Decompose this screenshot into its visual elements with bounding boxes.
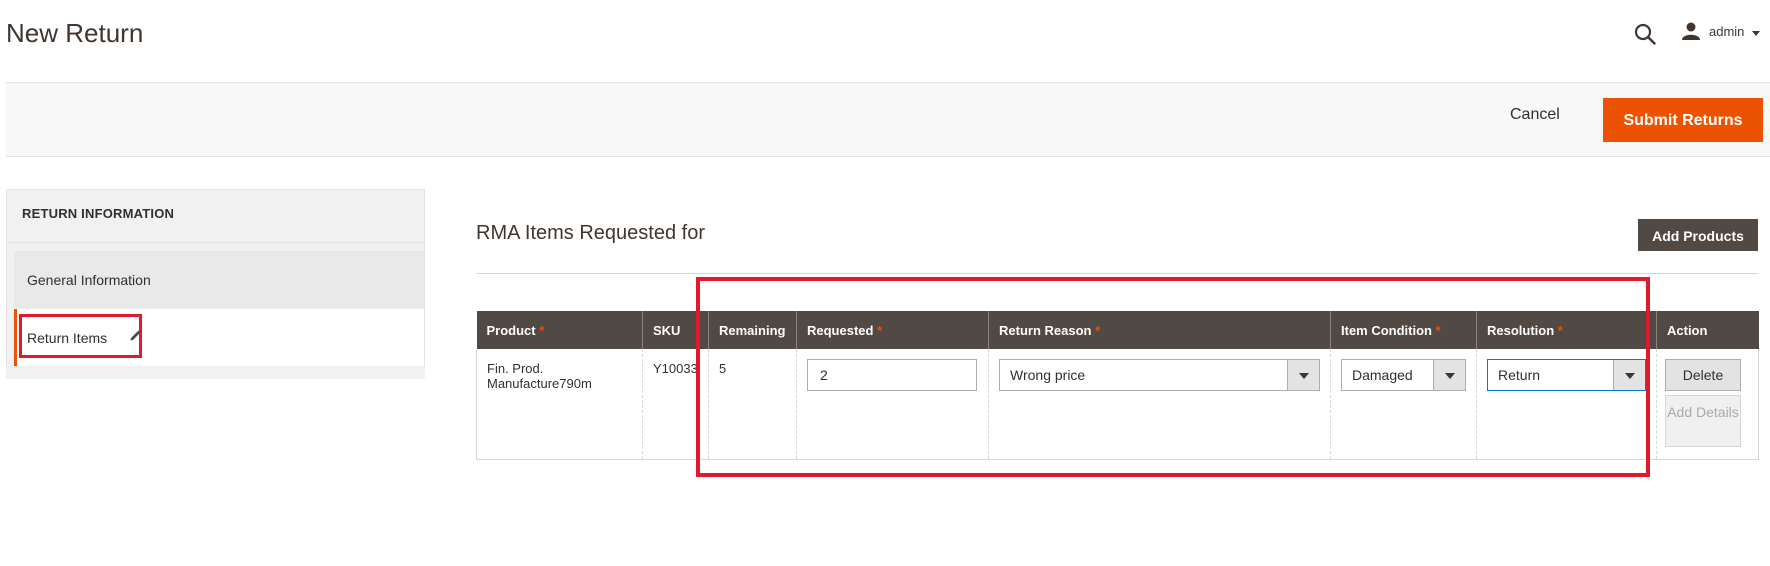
page-title: New Return: [6, 18, 144, 48]
section-title: RMA Items Requested for: [476, 222, 705, 244]
cancel-button[interactable]: Cancel: [1510, 106, 1560, 124]
user-icon[interactable]: [1682, 22, 1700, 40]
nav-footer: [6, 366, 425, 379]
column-header-product: Product *: [476, 311, 643, 349]
nav-title: RETURN INFORMATION: [22, 206, 175, 221]
column-header-action: Action: [1656, 311, 1759, 349]
add-details-button[interactable]: Add Details: [1665, 395, 1741, 447]
delete-button[interactable]: Delete: [1665, 359, 1741, 391]
search-icon[interactable]: [1634, 23, 1656, 45]
nav-item-general-information-label[interactable]: General Information: [27, 272, 151, 288]
action-cell: Delete Add Details: [1656, 349, 1759, 460]
add-products-button[interactable]: Add Products: [1638, 219, 1758, 251]
caret-down-icon[interactable]: [1752, 31, 1760, 36]
submit-returns-button[interactable]: Submit Returns: [1603, 98, 1763, 142]
nav-divider: [6, 242, 425, 243]
highlight-box-table-columns: [696, 277, 1650, 477]
page-actions-bar: [6, 82, 1770, 157]
product-cell: Fin. Prod. Manufacture790m: [476, 349, 643, 460]
highlight-box-return-items: [19, 314, 142, 358]
section-divider: [476, 273, 1758, 274]
admin-user-label[interactable]: admin: [1709, 24, 1744, 39]
